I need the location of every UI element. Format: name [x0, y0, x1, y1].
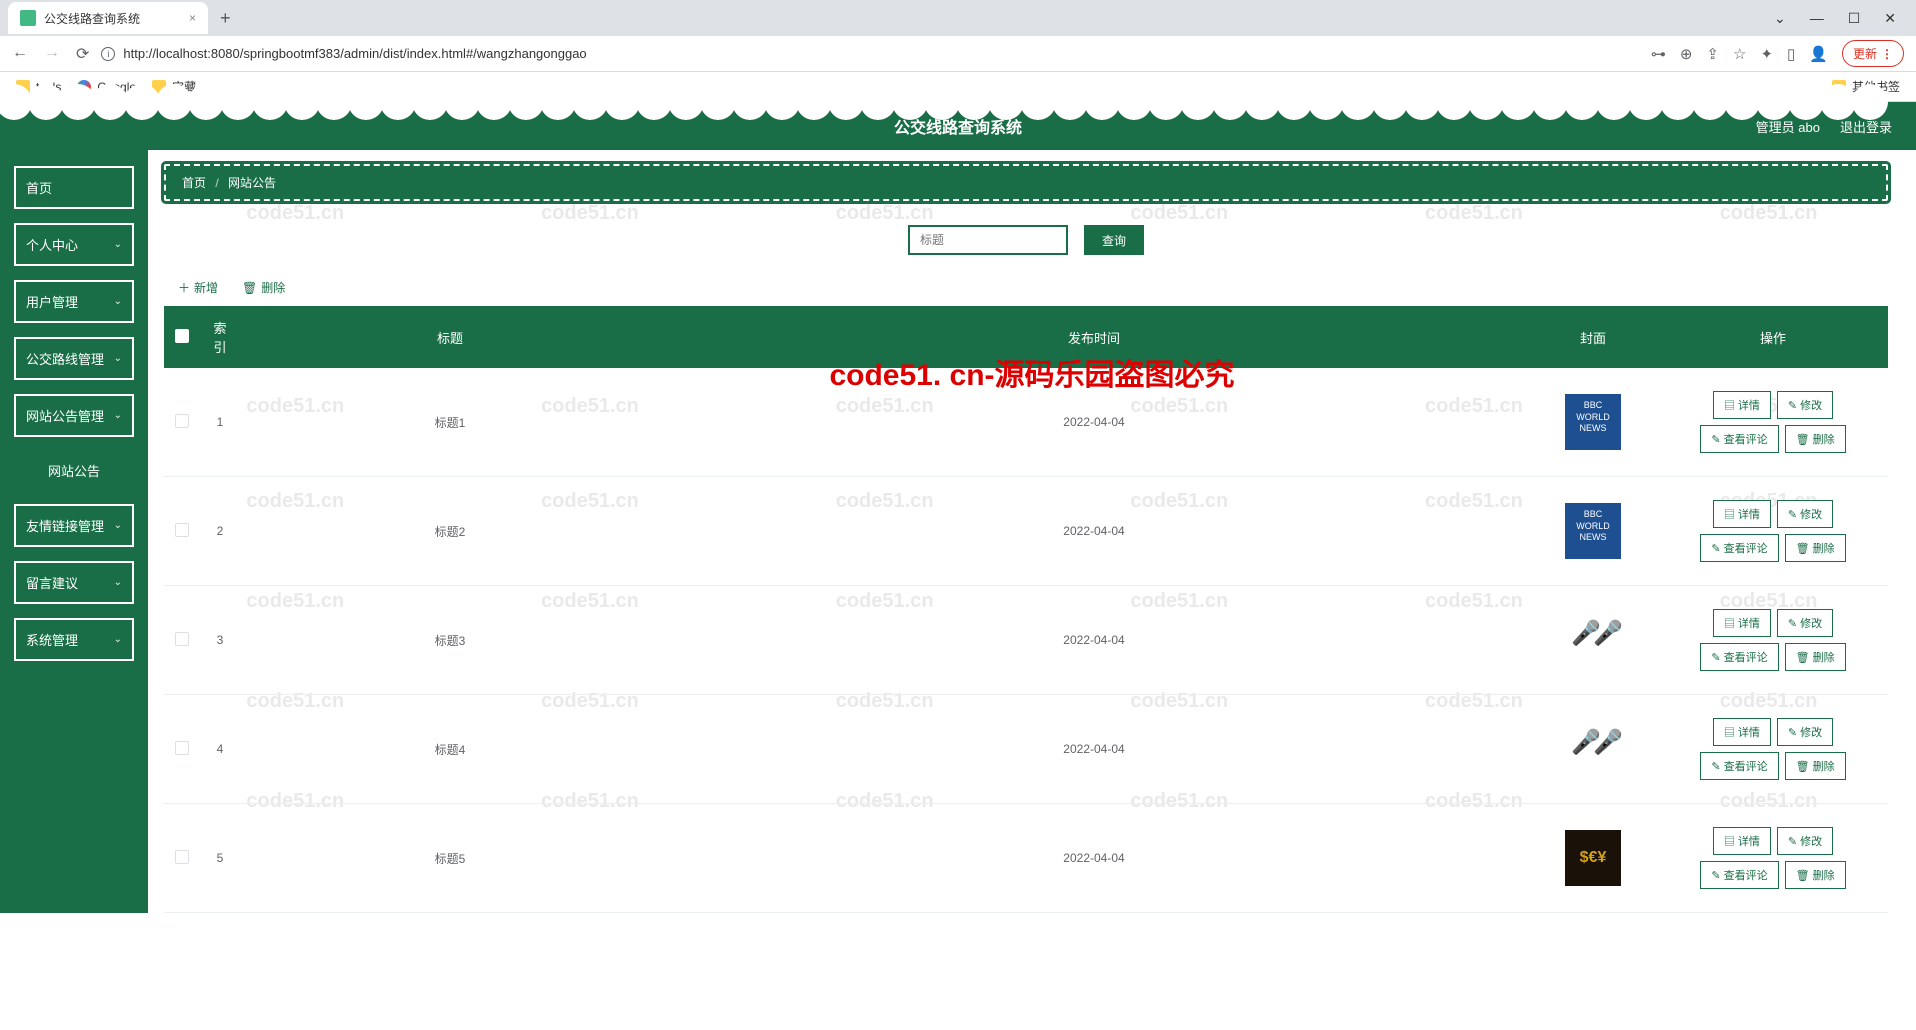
- query-button[interactable]: 查询: [1084, 225, 1144, 255]
- close-tab-icon[interactable]: ×: [189, 11, 196, 25]
- add-button[interactable]: ＋ 新增: [178, 279, 218, 296]
- cell-index: 1: [200, 368, 240, 477]
- sidebar-item[interactable]: 系统管理⌄: [14, 618, 134, 661]
- caret-down-icon[interactable]: ⌄: [1774, 10, 1786, 27]
- th-index: 索引: [200, 306, 240, 368]
- forward-icon[interactable]: →: [44, 44, 60, 64]
- table-row: 2标题22022-04-04BBCWORLDNEWS ▤ 详情✎ 修改 ✎ 查看评论…: [164, 477, 1888, 586]
- back-icon[interactable]: ←: [12, 44, 28, 64]
- site-info-icon[interactable]: i: [101, 47, 115, 61]
- cell-index: 5: [200, 804, 240, 913]
- cell-title: 标题2: [240, 477, 660, 586]
- detail-button[interactable]: ▤ 详情: [1713, 500, 1771, 528]
- cell-time: 2022-04-04: [660, 695, 1528, 804]
- search-input[interactable]: [908, 225, 1068, 255]
- sidebar-item[interactable]: 网站公告: [14, 451, 134, 490]
- th-ops: 操作: [1658, 306, 1888, 368]
- edit-button[interactable]: ✎ 修改: [1777, 718, 1833, 746]
- system-title: 公交线路查询系统: [894, 114, 1022, 138]
- table-row: 1标题12022-04-04BBCWORLDNEWS ▤ 详情✎ 修改 ✎ 查看评论…: [164, 368, 1888, 477]
- star-icon[interactable]: ☆: [1733, 45, 1746, 63]
- close-window-icon[interactable]: ✕: [1884, 10, 1896, 27]
- cell-title: 标题1: [240, 368, 660, 477]
- delete-button[interactable]: 🗑 删除: [242, 279, 285, 296]
- cell-time: 2022-04-04: [660, 368, 1528, 477]
- share-icon[interactable]: ⇪: [1706, 45, 1719, 63]
- sidebar-item[interactable]: 友情链接管理⌄: [14, 504, 134, 547]
- edit-button[interactable]: ✎ 修改: [1777, 391, 1833, 419]
- row-checkbox[interactable]: [175, 850, 189, 864]
- row-checkbox[interactable]: [175, 632, 189, 646]
- sidebar-item[interactable]: 留言建议⌄: [14, 561, 134, 604]
- detail-button[interactable]: ▤ 详情: [1713, 391, 1771, 419]
- detail-button[interactable]: ▤ 详情: [1713, 718, 1771, 746]
- row-delete-button[interactable]: 🗑 删除: [1785, 534, 1846, 562]
- new-tab-button[interactable]: +: [208, 8, 243, 29]
- cell-cover: BBCWORLDNEWS: [1528, 477, 1658, 586]
- row-delete-button[interactable]: 🗑 删除: [1785, 752, 1846, 780]
- edit-button[interactable]: ✎ 修改: [1777, 500, 1833, 528]
- update-button[interactable]: 更新 ⋮: [1842, 40, 1904, 67]
- row-checkbox[interactable]: [175, 523, 189, 537]
- breadcrumb-current: 网站公告: [228, 176, 276, 190]
- cell-index: 4: [200, 695, 240, 804]
- th-cover: 封面: [1528, 306, 1658, 368]
- row-delete-button[interactable]: 🗑 删除: [1785, 861, 1846, 889]
- th-title: 标题: [240, 306, 660, 368]
- maximize-icon[interactable]: ☐: [1848, 10, 1861, 27]
- cell-title: 标题3: [240, 586, 660, 695]
- edit-button[interactable]: ✎ 修改: [1777, 609, 1833, 637]
- row-delete-button[interactable]: 🗑 删除: [1785, 643, 1846, 671]
- browser-tab[interactable]: 公交线路查询系统 ×: [8, 2, 208, 34]
- cell-cover: BBCWORLDNEWS: [1528, 368, 1658, 477]
- sidebar: 首页个人中心⌄ 用户管理⌄ 公交路线管理⌄ 网站公告管理⌄ 网站公告友情链接管理⌄ 留言建…: [0, 150, 148, 913]
- detail-button[interactable]: ▤ 详情: [1713, 609, 1771, 637]
- comments-button[interactable]: ✎ 查看评论: [1700, 534, 1778, 562]
- vue-favicon: [20, 10, 36, 26]
- detail-button[interactable]: ▤ 详情: [1713, 827, 1771, 855]
- sidebar-item[interactable]: 个人中心⌄: [14, 223, 134, 266]
- cell-cover: $€¥: [1528, 804, 1658, 913]
- extensions-icon[interactable]: ✦: [1760, 45, 1773, 63]
- tab-title: 公交线路查询系统: [44, 10, 140, 27]
- cell-index: 3: [200, 586, 240, 695]
- cell-title: 标题5: [240, 804, 660, 913]
- panel-icon[interactable]: ▯: [1787, 45, 1795, 63]
- reload-icon[interactable]: ⟳: [76, 44, 89, 64]
- cell-title: 标题4: [240, 695, 660, 804]
- comments-button[interactable]: ✎ 查看评论: [1700, 643, 1778, 671]
- data-table: 索引 标题 发布时间 封面 操作 1标题12022-04-04BBCWORLDN…: [164, 306, 1888, 913]
- row-checkbox[interactable]: [175, 741, 189, 755]
- breadcrumb-home[interactable]: 首页: [182, 176, 206, 190]
- row-delete-button[interactable]: 🗑 删除: [1785, 425, 1846, 453]
- table-row: 4标题42022-04-04 ▤ 详情✎ 修改 ✎ 查看评论🗑 删除: [164, 695, 1888, 804]
- sidebar-item[interactable]: 用户管理⌄: [14, 280, 134, 323]
- edit-button[interactable]: ✎ 修改: [1777, 827, 1833, 855]
- cell-cover: [1528, 695, 1658, 804]
- cell-time: 2022-04-04: [660, 586, 1528, 695]
- minimize-icon[interactable]: —: [1810, 10, 1824, 27]
- profile-icon[interactable]: 👤: [1809, 45, 1828, 63]
- admin-label[interactable]: 管理员 abo: [1756, 117, 1820, 136]
- comments-button[interactable]: ✎ 查看评论: [1700, 425, 1778, 453]
- select-all-checkbox[interactable]: [175, 329, 189, 343]
- cell-index: 2: [200, 477, 240, 586]
- key-icon[interactable]: ⊶: [1651, 45, 1666, 63]
- row-checkbox[interactable]: [175, 414, 189, 428]
- comments-button[interactable]: ✎ 查看评论: [1700, 752, 1778, 780]
- th-time: 发布时间: [660, 306, 1528, 368]
- table-row: 5标题52022-04-04$€¥ ▤ 详情✎ 修改 ✎ 查看评论🗑 删除: [164, 804, 1888, 913]
- table-row: 3标题32022-04-04 ▤ 详情✎ 修改 ✎ 查看评论🗑 删除: [164, 586, 1888, 695]
- cell-cover: [1528, 586, 1658, 695]
- sidebar-item[interactable]: 首页: [14, 166, 134, 209]
- sidebar-item[interactable]: 公交路线管理⌄: [14, 337, 134, 380]
- breadcrumb: 首页 / 网站公告: [164, 164, 1888, 201]
- cell-time: 2022-04-04: [660, 477, 1528, 586]
- zoom-icon[interactable]: ⊕: [1680, 45, 1693, 63]
- logout-link[interactable]: 退出登录: [1840, 117, 1892, 136]
- cell-time: 2022-04-04: [660, 804, 1528, 913]
- url-text[interactable]: http://localhost:8080/springbootmf383/ad…: [123, 46, 586, 61]
- sidebar-item[interactable]: 网站公告管理⌄: [14, 394, 134, 437]
- comments-button[interactable]: ✎ 查看评论: [1700, 861, 1778, 889]
